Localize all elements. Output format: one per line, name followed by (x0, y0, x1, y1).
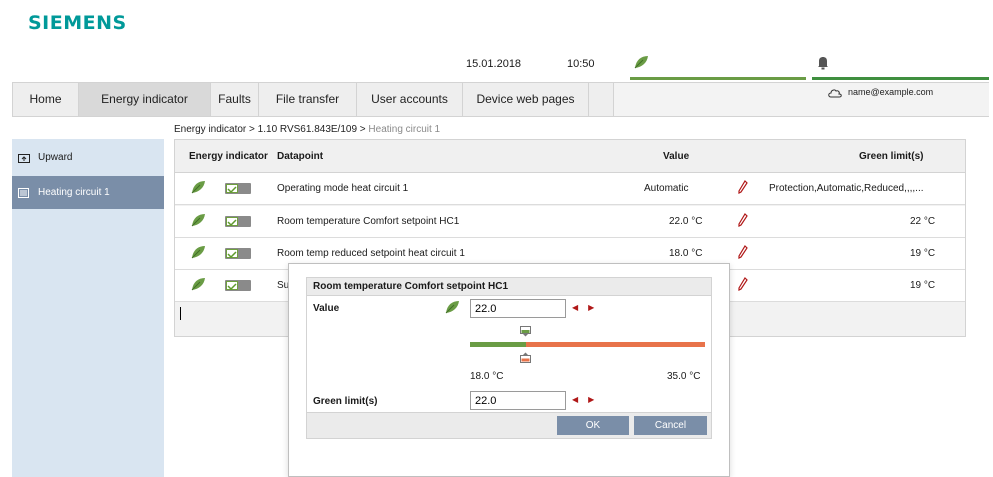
breadcrumb-energy-indicator[interactable]: Energy indicator (174, 124, 246, 135)
text-cursor (180, 307, 181, 320)
sidebar-item-heating-circuit-1[interactable]: Heating circuit 1 (12, 176, 164, 209)
increment-arrow-icon[interactable]: ▶ (588, 303, 594, 312)
slider-orange-range (526, 342, 705, 347)
alarm-status-line (812, 77, 989, 80)
leaf-icon (190, 212, 206, 231)
green-limit-value: 19 °C (910, 248, 936, 259)
value-label: Value (313, 303, 340, 314)
dialog-footer: OK Cancel (307, 412, 711, 438)
current-time: 10:50 (567, 58, 595, 70)
range-min: 18.0 °C (470, 371, 504, 382)
list-icon (18, 187, 30, 198)
tab-file-transfer[interactable]: File transfer (259, 83, 357, 116)
value-handle[interactable] (520, 350, 531, 363)
leaf-icon (190, 179, 206, 198)
breadcrumb-separator: > (357, 124, 369, 135)
value-stepper[interactable]: ◀ ▶ (572, 303, 604, 312)
ok-button[interactable]: OK (557, 416, 629, 435)
leaf-icon (190, 276, 206, 295)
header-energy-indicator: Energy indicator (189, 151, 268, 162)
edit-setpoint-dialog: Room temperature Comfort setpoint HC1 Va… (288, 263, 730, 477)
bell-icon[interactable] (816, 55, 830, 75)
energy-indicator-toggle[interactable] (225, 280, 251, 291)
green-limit-handle[interactable] (520, 324, 531, 337)
table-row[interactable]: Operating mode heat circuit 1 Automatic … (175, 173, 965, 205)
green-limit-value: Protection,Automatic,Reduced,,,,... (769, 183, 924, 194)
energy-indicator-toggle[interactable] (225, 248, 251, 259)
green-limit-value: 22 °C (910, 216, 936, 227)
sidebar-item-label: Heating circuit 1 (38, 187, 110, 198)
current-date: 15.01.2018 (466, 58, 522, 70)
edit-pencil-icon[interactable] (738, 180, 748, 197)
tab-faults[interactable]: Faults (211, 83, 259, 116)
tab-user-accounts[interactable]: User accounts (357, 83, 463, 116)
energy-indicator-toggle[interactable] (225, 183, 251, 194)
breadcrumb-separator: > (246, 124, 258, 135)
tab-home[interactable]: Home (13, 83, 79, 116)
header-datapoint: Datapoint (277, 151, 324, 162)
table-header: Energy indicator Datapoint Value Green l… (175, 140, 965, 173)
datapoint-value: Automatic (644, 183, 689, 194)
dialog-panel: Room temperature Comfort setpoint HC1 Va… (306, 277, 712, 439)
leaf-icon (444, 299, 460, 320)
datapoint-value: 18.0 °C (669, 248, 703, 259)
decrement-arrow-icon[interactable]: ◀ (572, 303, 578, 312)
green-limit-stepper[interactable]: ◀ ▶ (572, 395, 604, 404)
increment-arrow-icon[interactable]: ▶ (588, 395, 594, 404)
datapoint-name: Room temperature Comfort setpoint HC1 (277, 216, 460, 227)
main-navigation: Home Energy indicator Faults File transf… (12, 82, 989, 117)
energy-indicator-toggle[interactable] (225, 216, 251, 227)
user-email[interactable]: name@example.com (848, 87, 933, 97)
cancel-button[interactable]: Cancel (634, 416, 707, 435)
tab-energy-indicator[interactable]: Energy indicator (79, 83, 211, 116)
siemens-logo: SIEMENS (28, 12, 127, 34)
edit-pencil-icon[interactable] (738, 213, 748, 230)
tab-device-web-pages[interactable]: Device web pages (463, 83, 589, 116)
edit-pencil-icon[interactable] (738, 277, 748, 294)
sidebar: Upward Heating circuit 1 (12, 139, 164, 477)
app-root: SIEMENS 15.01.2018 10:50 Home Energy ind… (0, 0, 993, 477)
status-bar: 15.01.2018 10:50 (0, 50, 993, 80)
datapoint-value: 22.0 °C (669, 216, 703, 227)
slider-green-range (470, 342, 526, 347)
cloud-icon (827, 86, 843, 104)
datapoint-name: Room temp reduced setpoint heat circuit … (277, 248, 465, 259)
leaf-icon (633, 54, 649, 75)
leaf-icon (190, 244, 206, 263)
decrement-arrow-icon[interactable]: ◀ (572, 395, 578, 404)
breadcrumb: Energy indicator > 1.10 RVS61.843E/109 >… (174, 124, 440, 135)
account-area: name@example.com (613, 83, 989, 116)
dialog-title: Room temperature Comfort setpoint HC1 (307, 278, 711, 296)
edit-pencil-icon[interactable] (738, 245, 748, 262)
sidebar-item-upward[interactable]: Upward (12, 141, 164, 174)
energy-status-line (630, 77, 806, 80)
breadcrumb-current: Heating circuit 1 (368, 124, 441, 135)
green-limit-input[interactable] (470, 391, 566, 410)
green-limit-label: Green limit(s) (313, 396, 378, 407)
header-green-limit: Green limit(s) (859, 151, 924, 162)
header-value: Value (663, 151, 690, 162)
datapoint-name: Operating mode heat circuit 1 (277, 183, 409, 194)
sidebar-item-label: Upward (38, 152, 73, 163)
range-max: 35.0 °C (667, 371, 701, 382)
folder-up-icon (18, 153, 30, 163)
value-input[interactable] (470, 299, 566, 318)
table-row[interactable]: Room temperature Comfort setpoint HC1 22… (175, 206, 965, 238)
breadcrumb-device[interactable]: 1.10 RVS61.843E/109 (258, 124, 357, 135)
green-limit-value: 19 °C (910, 280, 936, 291)
